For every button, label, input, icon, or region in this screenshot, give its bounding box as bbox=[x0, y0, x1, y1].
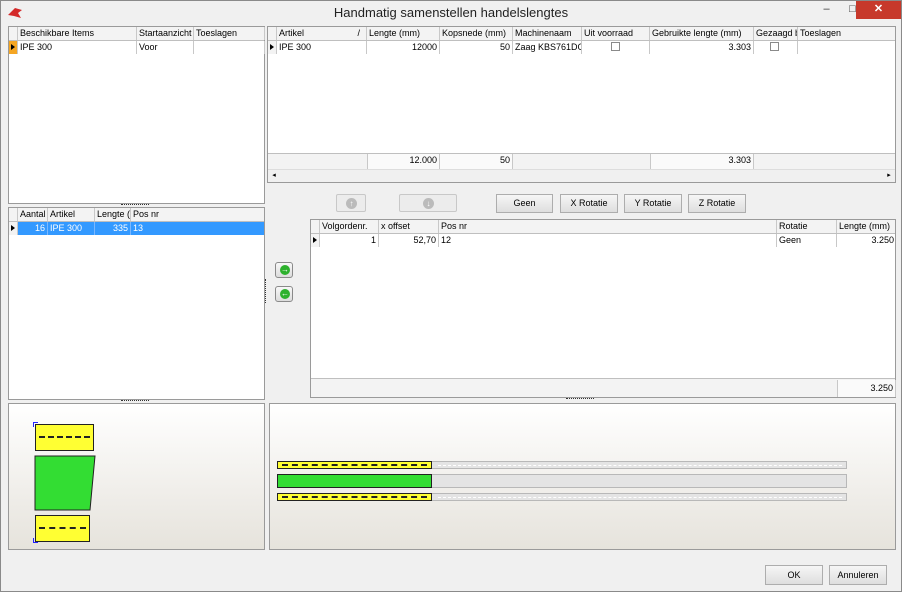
col-lengte[interactable]: Lengte (mm) bbox=[837, 220, 896, 233]
col-kopsnede[interactable]: Kopsnede (mm) bbox=[440, 27, 513, 40]
uit-voorraad-checkbox[interactable] bbox=[611, 42, 620, 51]
positions-grid: Aantal Artikel Lengte ( Pos nr 16 IPE 30… bbox=[8, 207, 265, 400]
col-x-offset[interactable]: x offset bbox=[379, 220, 439, 233]
col-gezaagd[interactable]: Gezaagd b bbox=[754, 27, 798, 40]
col-artikel[interactable]: Artikel bbox=[48, 208, 95, 221]
items-grid: Beschikbare Items Startaanzicht Toeslage… bbox=[8, 26, 265, 204]
col-toeslagen[interactable]: Toeslagen bbox=[798, 27, 896, 40]
profile-preview-left bbox=[8, 403, 265, 550]
cancel-button[interactable]: Annuleren bbox=[829, 565, 887, 585]
col-startaanzicht[interactable]: Startaanzicht bbox=[137, 27, 194, 40]
items-grid-header: Beschikbare Items Startaanzicht Toeslage… bbox=[9, 27, 265, 41]
articles-totals-row: 12.000 50 3.303 bbox=[268, 153, 895, 169]
profile-top-flange bbox=[35, 424, 94, 451]
col-beschikbare-items[interactable]: Beschikbare Items bbox=[18, 27, 137, 40]
col-lengte[interactable]: Lengte ( bbox=[95, 208, 131, 221]
items-row[interactable]: IPE 300 Voor bbox=[9, 41, 265, 54]
col-volgordenr[interactable]: Volgordenr. bbox=[320, 220, 379, 233]
minimize-button[interactable]: – bbox=[813, 1, 840, 19]
cutting-preview-right bbox=[269, 403, 896, 550]
move-down-button[interactable]: ↓ bbox=[399, 194, 457, 212]
z-rotatie-button[interactable]: Z Rotatie bbox=[688, 194, 746, 213]
ok-button[interactable]: OK bbox=[765, 565, 823, 585]
col-pos-nr[interactable]: Pos nr bbox=[131, 208, 265, 221]
window-title: Handmatig samenstellen handelslengtes bbox=[333, 5, 569, 20]
geen-button[interactable]: Geen bbox=[496, 194, 553, 213]
arrow-left-icon: ← bbox=[280, 289, 290, 299]
scroll-left-icon[interactable]: ◂ bbox=[268, 170, 280, 182]
arrow-up-icon: ↑ bbox=[346, 198, 357, 209]
close-button[interactable]: ✕ bbox=[856, 1, 901, 19]
title-bar: Handmatig samenstellen handelslengtes – … bbox=[1, 1, 901, 25]
col-aantal[interactable]: Aantal bbox=[18, 208, 48, 221]
gezaagd-checkbox[interactable] bbox=[770, 42, 779, 51]
placed-grid: Volgordenr. x offset Pos nr Rotatie Leng… bbox=[310, 219, 896, 398]
profile-side-view bbox=[34, 455, 96, 511]
placed-totals-row: 3.250 bbox=[311, 378, 896, 397]
horizontal-scrollbar[interactable]: ◂ ▸ bbox=[268, 169, 895, 182]
add-button[interactable]: → bbox=[275, 262, 293, 278]
positions-row-selected[interactable]: 16 IPE 300 335 13 bbox=[9, 222, 264, 235]
articles-grid: Artikel / Lengte (mm) Kopsnede (mm) Machi… bbox=[267, 26, 896, 183]
arrow-right-icon: → bbox=[280, 265, 290, 275]
placed-row[interactable]: 1 52,70 12 Geen 3.250 bbox=[311, 234, 895, 247]
used-web bbox=[277, 474, 432, 488]
used-top bbox=[277, 461, 432, 469]
sort-indicator-icon: / bbox=[357, 28, 360, 38]
col-pos-nr[interactable]: Pos nr bbox=[439, 220, 777, 233]
arrow-down-icon: ↓ bbox=[423, 198, 434, 209]
col-uit-voorraad[interactable]: Uit voorraad bbox=[582, 27, 650, 40]
move-up-button[interactable]: ↑ bbox=[336, 194, 366, 212]
y-rotatie-button[interactable]: Y Rotatie bbox=[624, 194, 682, 213]
articles-row[interactable]: IPE 300 12000 50 Zaag KBS761DG 3.303 bbox=[268, 41, 895, 54]
col-rotatie[interactable]: Rotatie bbox=[777, 220, 837, 233]
col-machinenaam[interactable]: Machinenaam bbox=[513, 27, 582, 40]
remove-button[interactable]: ← bbox=[275, 286, 293, 302]
dialog-window: Handmatig samenstellen handelslengtes – … bbox=[0, 0, 902, 592]
used-bottom bbox=[277, 493, 432, 501]
splitter-handle[interactable] bbox=[121, 204, 149, 206]
col-artikel[interactable]: Artikel / bbox=[277, 27, 367, 40]
col-lengte[interactable]: Lengte (mm) bbox=[367, 27, 440, 40]
col-gebruikte-lengte[interactable]: Gebruikte lengte (mm) bbox=[650, 27, 754, 40]
scroll-right-icon[interactable]: ▸ bbox=[883, 170, 895, 182]
col-toeslagen[interactable]: Toeslagen bbox=[194, 27, 265, 40]
x-rotatie-button[interactable]: X Rotatie bbox=[560, 194, 618, 213]
vertical-splitter[interactable] bbox=[265, 279, 267, 303]
profile-bottom-flange bbox=[35, 515, 90, 542]
current-row-icon bbox=[11, 44, 15, 50]
